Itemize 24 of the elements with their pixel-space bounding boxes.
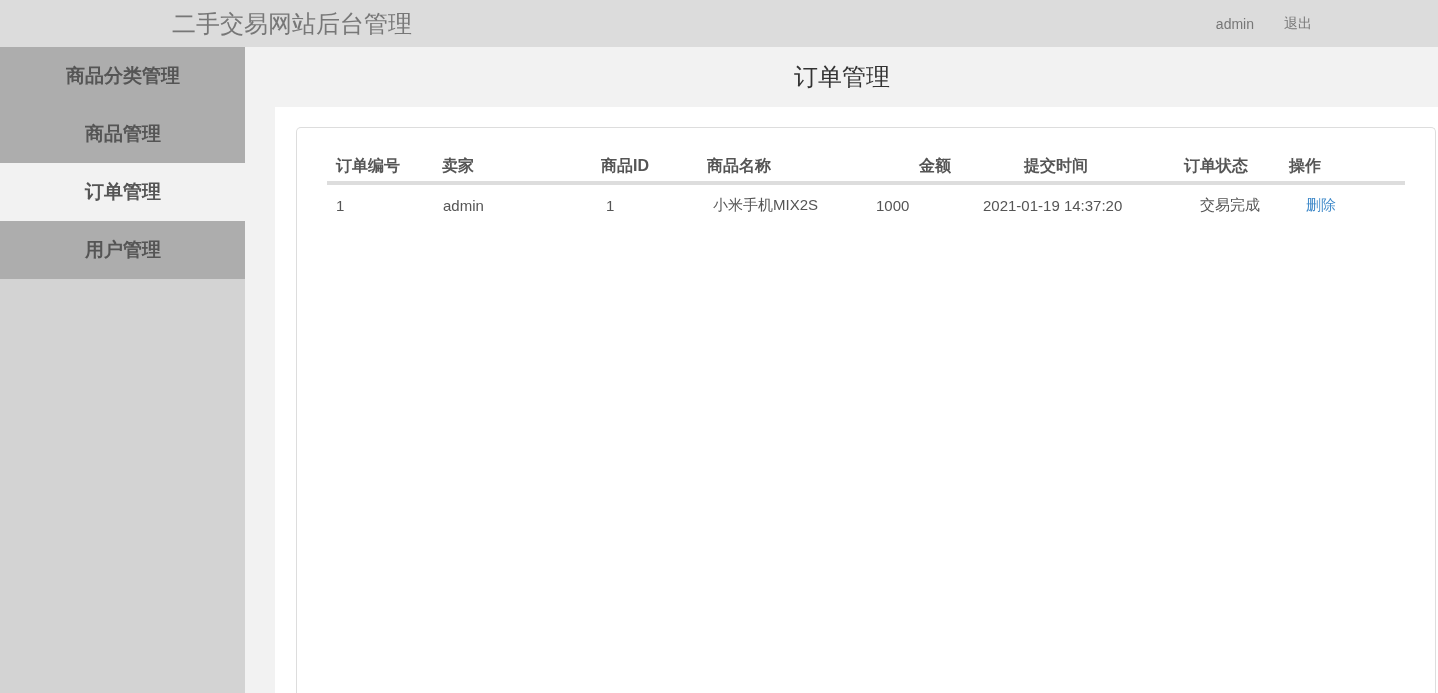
sidebar-item[interactable]: 订单管理 <box>0 163 245 221</box>
column-header: 操作 <box>1289 155 1322 176</box>
sidebar-item[interactable]: 用户管理 <box>0 221 245 279</box>
column-header: 订单状态 <box>1184 155 1249 176</box>
username-link[interactable]: admin <box>1215 15 1254 32</box>
column-header: 订单编号 <box>334 155 401 176</box>
column-header: 金额 <box>918 155 952 176</box>
table-cell-text: admin <box>442 196 485 214</box>
page-title: 订单管理 <box>793 62 890 92</box>
logout-link[interactable]: 退出 <box>1284 14 1312 33</box>
delete-link[interactable]: 删除 <box>1306 195 1336 213</box>
column-header: 卖家 <box>442 155 475 176</box>
column-header: 商品名称 <box>707 155 772 176</box>
table-cell-text: 小米手机MIX2S <box>712 195 819 215</box>
column-header: 商品ID <box>601 155 650 176</box>
table-cell-text: 2021-01-19 14:37:20 <box>983 196 1124 214</box>
site-title: 二手交易网站后台管理 <box>172 8 413 39</box>
table-cell-text: 1 <box>335 196 346 214</box>
table-cell-text: 1000 <box>876 196 911 214</box>
sidebar-item[interactable]: 商品管理 <box>0 105 245 163</box>
table-cell-text: 交易完成 <box>1199 195 1261 215</box>
sidebar-item[interactable]: 商品分类管理 <box>0 47 245 105</box>
table-cell-text: 1 <box>605 196 616 214</box>
column-header: 提交时间 <box>1022 155 1089 176</box>
